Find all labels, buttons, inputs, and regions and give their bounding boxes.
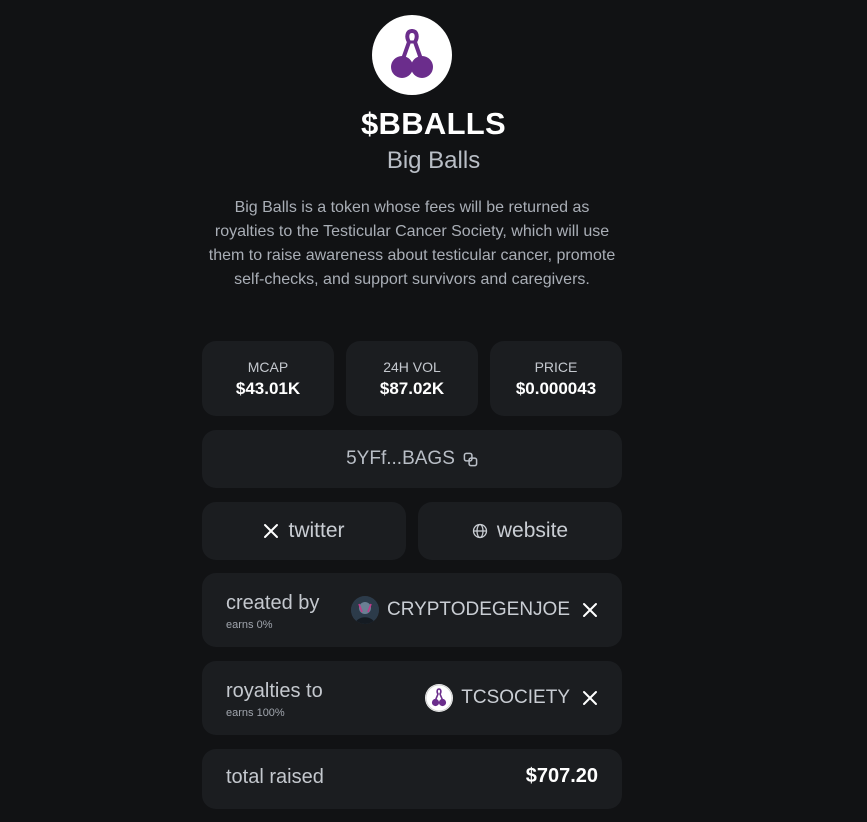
contract-address-text: 5YFf...BAGS — [346, 448, 455, 469]
creator-handle: CRYPTODEGENJOE — [386, 599, 570, 620]
twitter-link-button[interactable]: twitter — [202, 502, 406, 560]
creator-row: created by earns 0% CRYPTODEGENJOE — [202, 573, 622, 647]
globe-icon — [472, 523, 488, 539]
royalties-earns: earns 100% — [226, 707, 285, 719]
tcsociety-avatar — [425, 684, 454, 712]
total-raised-label: total raised — [226, 766, 324, 788]
stat-mcap: MCAP $43.01K — [202, 341, 334, 416]
cherry-ribbon-icon — [391, 29, 433, 78]
stat-value: $43.01K — [235, 379, 301, 398]
stat-value: $0.000043 — [515, 379, 597, 398]
total-raised-row: total raised $707.20 — [202, 749, 622, 809]
copy-icon[interactable] — [463, 452, 478, 467]
stat-label: PRICE — [534, 359, 578, 375]
stat-24h-volume: 24H VOL $87.02K — [346, 341, 478, 416]
creator-avatar — [350, 596, 379, 624]
stat-value: $87.02K — [379, 379, 445, 398]
stat-label: 24H VOL — [383, 359, 441, 375]
token-logo — [372, 15, 452, 95]
total-raised-value: $707.20 — [525, 765, 598, 787]
x-icon — [263, 523, 279, 539]
token-name: Big Balls — [386, 147, 481, 174]
creator-earns: earns 0% — [226, 619, 273, 631]
x-icon[interactable] — [582, 602, 598, 618]
token-page: $BBALLS Big Balls Big Balls is a token w… — [0, 0, 867, 822]
royalties-title: royalties to — [226, 680, 323, 702]
x-icon[interactable] — [582, 690, 598, 706]
contract-address-button[interactable]: 5YFf...BAGS — [202, 430, 622, 488]
token-ticker: $BBALLS — [360, 106, 507, 141]
website-link-button[interactable]: website — [418, 502, 622, 560]
stat-price: PRICE $0.000043 — [490, 341, 622, 416]
royalties-profile[interactable]: TCSOCIETY — [425, 684, 598, 712]
royalties-handle: TCSOCIETY — [461, 687, 570, 708]
creator-title: created by — [226, 592, 320, 614]
website-link-label: website — [496, 519, 569, 542]
royalties-row: royalties to earns 100% TCSOCIETY — [202, 661, 622, 735]
token-description: Big Balls is a token whose fees will be … — [208, 199, 616, 288]
stat-label: MCAP — [247, 359, 289, 375]
twitter-link-label: twitter — [288, 519, 345, 542]
creator-profile[interactable]: CRYPTODEGENJOE — [350, 596, 598, 624]
